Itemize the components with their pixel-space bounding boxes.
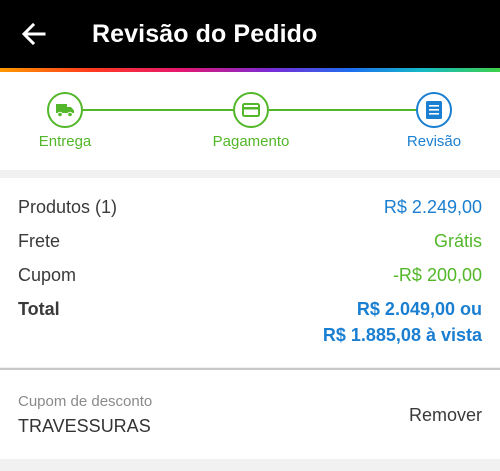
coupon-field-label: Cupom de desconto (18, 393, 153, 410)
total-value-installments: R$ 2.049,00 ou (356, 299, 482, 319)
coupon-discount-value: -R$ 200,00 (392, 265, 482, 285)
step-pagamento[interactable] (233, 92, 269, 128)
summary-row-total: Total R$ 2.049,00 ou R$ 1.885,08 à vista (18, 298, 482, 348)
back-button[interactable] (20, 20, 48, 48)
step-label-revisao[interactable]: Revisão (374, 133, 494, 151)
arrow-left-icon (21, 22, 46, 46)
list-icon (426, 101, 442, 119)
products-label: Produtos (1) (18, 197, 118, 217)
total-label: Total (18, 299, 60, 319)
remove-coupon-button[interactable]: Remover (409, 404, 482, 426)
credit-card-icon (242, 103, 260, 117)
step-connector (269, 109, 417, 111)
order-summary: Produtos (1) R$ 2.249,00 Frete Grátis Cu… (0, 178, 500, 367)
step-label-entrega[interactable]: Entrega (5, 133, 125, 151)
coupon-section: Cupom de desconto TRAVESSURAS Remover (0, 370, 500, 459)
page-title: Revisão do Pedido (92, 20, 318, 48)
coupon-discount-label: Cupom (18, 265, 77, 285)
products-value: R$ 2.249,00 (383, 197, 482, 217)
step-connector (83, 109, 233, 111)
checkout-stepper: Entrega Pagamento Revisão (0, 72, 500, 170)
step-entrega[interactable] (47, 92, 83, 128)
app-bar: Revisão do Pedido (0, 0, 500, 68)
coupon-code: TRAVESSURAS (18, 416, 151, 436)
shipping-label: Frete (18, 231, 61, 251)
truck-icon (56, 104, 74, 118)
step-revisao[interactable] (416, 92, 452, 128)
step-label-pagamento[interactable]: Pagamento (191, 133, 311, 151)
shipping-value: Grátis (433, 231, 482, 251)
total-value-cash: R$ 1.885,08 à vista (322, 325, 482, 345)
